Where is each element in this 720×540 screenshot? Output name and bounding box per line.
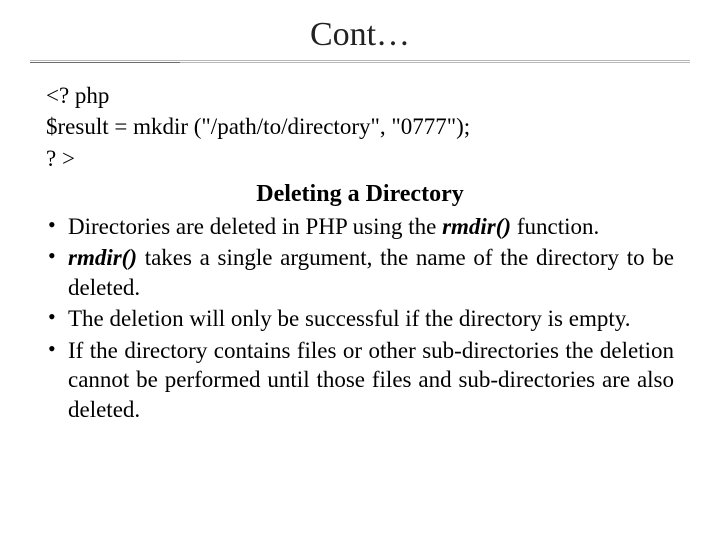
list-item: If the directory contains files or other… bbox=[46, 336, 674, 424]
subheading: Deleting a Directory bbox=[46, 179, 674, 210]
code-line-1: <? php bbox=[46, 81, 674, 110]
bullet-text: Directories are deleted in PHP using the bbox=[68, 214, 442, 239]
bullet-text: function. bbox=[511, 214, 599, 239]
code-line-3: ? > bbox=[46, 144, 674, 173]
list-item: Directories are deleted in PHP using the… bbox=[46, 212, 674, 241]
list-item: The deletion will only be successful if … bbox=[46, 304, 674, 333]
title-area: Cont… bbox=[0, 0, 720, 63]
slide: Cont… <? php $result = mkdir ("/path/to/… bbox=[0, 0, 720, 540]
bullet-text: The deletion will only be successful if … bbox=[68, 306, 631, 331]
bullet-text: If the directory contains files or other… bbox=[68, 338, 674, 422]
list-item: rmdir() takes a single argument, the nam… bbox=[46, 243, 674, 302]
bullet-func: rmdir() bbox=[68, 245, 137, 270]
slide-title: Cont… bbox=[0, 16, 720, 54]
code-line-2: $result = mkdir ("/path/to/directory", "… bbox=[46, 112, 674, 141]
bullet-func: rmdir() bbox=[442, 214, 511, 239]
bullet-list: Directories are deleted in PHP using the… bbox=[46, 212, 674, 424]
bullet-text: takes a single argument, the name of the… bbox=[68, 245, 674, 299]
title-divider bbox=[30, 60, 690, 63]
slide-body: <? php $result = mkdir ("/path/to/direct… bbox=[0, 63, 720, 424]
